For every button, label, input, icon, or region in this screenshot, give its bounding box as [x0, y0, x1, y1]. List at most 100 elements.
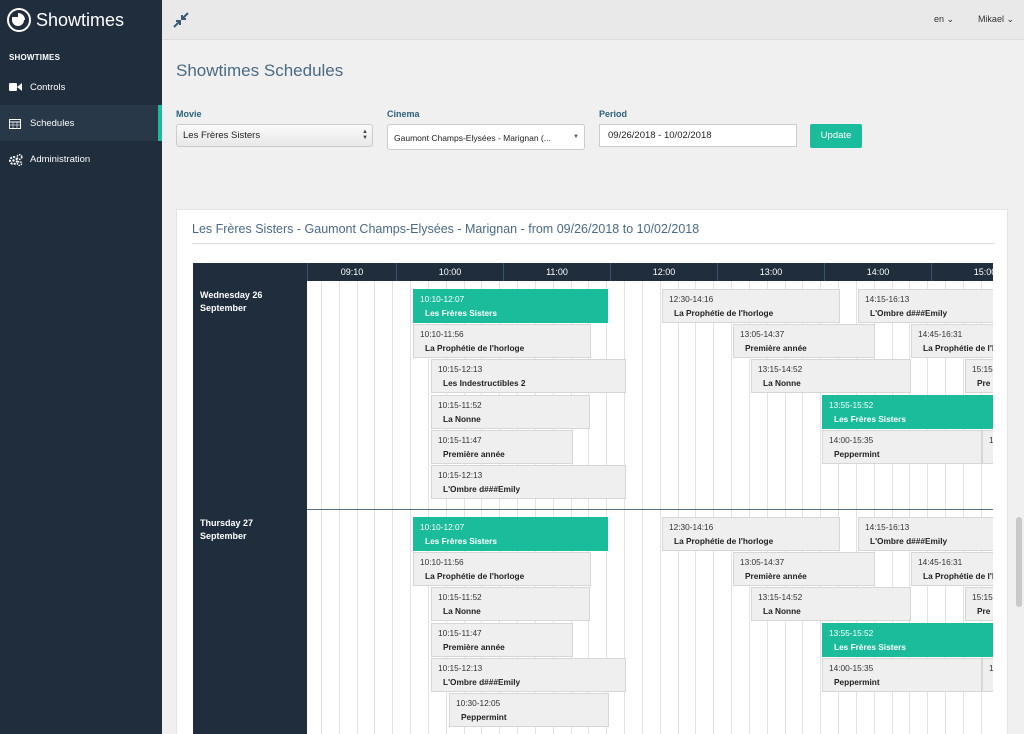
- movie-select[interactable]: Les Frères Sisters ▲ ▼: [176, 124, 373, 147]
- showtime-time: 10:15-12:13: [438, 470, 483, 480]
- showtime-time: 13:15-14:52: [758, 364, 803, 374]
- showtime-block[interactable]: 10:15-12:13 Les Indestructibles 2: [431, 359, 626, 393]
- showtime-movie-title: Les Indestructibles 2: [443, 378, 526, 388]
- showtime-block[interactable]: 15:15 Pre: [965, 587, 993, 621]
- time-header: 09:1010:0011:0012:0013:0014:0015:00: [307, 263, 993, 281]
- showtime-movie-title: La Prophétie de l'horloge: [425, 343, 525, 353]
- showtime-time: 14:00-15:35: [829, 663, 874, 673]
- showtime-block[interactable]: 14:45-16:31 La Prophétie de l'horloge: [911, 324, 993, 358]
- showtime-movie-title: La Prophétie de l'horloge: [425, 571, 525, 581]
- showtime-block[interactable]: 12:30-14:16 La Prophétie de l'horloge: [662, 517, 840, 551]
- showtime-block[interactable]: 1: [982, 658, 993, 692]
- showtime-movie-title: Les Frères Sisters: [425, 536, 497, 546]
- showtime-block[interactable]: 10:10-12:07 Les Frères Sisters: [413, 289, 608, 323]
- showtime-block[interactable]: 14:15-16:13 L'Ombre d###Emily: [858, 289, 993, 323]
- sidebar-item-controls[interactable]: Controls: [0, 69, 162, 105]
- scrollbar[interactable]: [1016, 517, 1022, 607]
- showtime-time: 15:15: [972, 592, 993, 602]
- showtime-time: 14:00-15:35: [829, 435, 874, 445]
- showtime-block[interactable]: 14:45-16:31 La Prophétie de l'horloge: [911, 552, 993, 586]
- update-button[interactable]: Update: [810, 124, 862, 148]
- schedule-title: Les Frères Sisters - Gaumont Champs-Elys…: [192, 222, 700, 236]
- showtime-movie-title: Première année: [745, 343, 807, 353]
- sidebar-item-administration[interactable]: Administration: [0, 141, 162, 177]
- showtime-block[interactable]: 13:05-14:37 Première année: [733, 324, 875, 358]
- showtime-movie-title: Pre: [977, 378, 991, 388]
- sidebar-item-schedules[interactable]: Schedules: [0, 105, 162, 141]
- showtime-time: 13:05-14:37: [740, 329, 785, 339]
- showtime-block[interactable]: 15:15 Pre: [965, 359, 993, 393]
- showtime-movie-title: Peppermint: [461, 712, 507, 722]
- showtime-block[interactable]: 10:15-12:13 L'Ombre d###Emily: [431, 465, 626, 499]
- grid-line: [392, 281, 393, 734]
- showtime-block[interactable]: 14:00-15:35 Peppermint: [822, 658, 982, 692]
- showtime-block[interactable]: 13:15-14:52 La Nonne: [751, 587, 911, 621]
- showtime-time: 10:15-12:13: [438, 364, 483, 374]
- showtime-time: 1: [989, 663, 993, 673]
- showtime-movie-title: L'Ombre d###Emily: [870, 536, 948, 546]
- user-menu[interactable]: Mikael ⌄: [978, 14, 1014, 25]
- grid-line: [374, 281, 375, 734]
- showtime-time: 13:15-14:52: [758, 592, 803, 602]
- movie-label: Movie: [176, 109, 202, 119]
- showtime-time: 12:30-14:16: [669, 522, 714, 532]
- showtime-block[interactable]: 1: [982, 430, 993, 464]
- period-input[interactable]: 09/26/2018 - 10/02/2018: [599, 124, 797, 147]
- showtime-movie-title: Pre: [977, 606, 991, 616]
- page-title: Showtimes Schedules: [176, 61, 344, 80]
- showtime-block[interactable]: 13:55-15:52 Les Frères Sisters: [822, 623, 993, 657]
- movie-select-value: Les Frères Sisters: [183, 130, 261, 141]
- showtime-time: 14:45-16:31: [918, 329, 963, 339]
- grid-line: [357, 281, 358, 734]
- showtime-block[interactable]: 10:15-11:47 Première année: [431, 430, 573, 464]
- showtime-movie-title: La Nonne: [443, 606, 481, 616]
- showtime-block[interactable]: 10:15-11:52 La Nonne: [431, 395, 590, 429]
- sidebar-section-title: SHOWTIMES: [9, 53, 61, 62]
- cinema-label: Cinema: [387, 109, 420, 119]
- showtime-movie-title: La Prophétie de l'horloge: [923, 571, 993, 581]
- showtime-movie-title: Première année: [443, 449, 505, 459]
- showtime-block[interactable]: 14:00-15:35 Peppermint: [822, 430, 982, 464]
- showtime-block[interactable]: 10:15-11:52 La Nonne: [431, 587, 590, 621]
- language-dropdown[interactable]: en ⌄: [934, 14, 954, 25]
- showtime-time: 15:15: [972, 364, 993, 374]
- showtime-time: 10:15-11:52: [438, 592, 482, 602]
- hour-label: 11:00: [503, 263, 610, 281]
- showtime-time: 10:15-11:47: [438, 435, 482, 445]
- showtime-movie-title: Première année: [745, 571, 807, 581]
- cinema-select[interactable]: Gaumont Champs-Elysées - Marignan (... ▼: [387, 124, 585, 150]
- showtime-block[interactable]: 13:15-14:52 La Nonne: [751, 359, 911, 393]
- grid-line: [321, 281, 322, 734]
- cinema-select-value: Gaumont Champs-Elysées - Marignan (...: [394, 133, 551, 143]
- showtime-time: 13:05-14:37: [740, 557, 785, 567]
- showtime-block[interactable]: 12:30-14:16 La Prophétie de l'horloge: [662, 289, 840, 323]
- showtime-block[interactable]: 10:10-12:07 Les Frères Sisters: [413, 517, 608, 551]
- showtime-movie-title: L'Ombre d###Emily: [870, 308, 948, 318]
- day-separator: [307, 509, 993, 510]
- showtime-time: 10:15-11:47: [438, 628, 482, 638]
- hour-label: 13:00: [717, 263, 824, 281]
- showtime-time: 13:55-15:52: [829, 628, 874, 638]
- showtime-block[interactable]: 13:05-14:37 Première année: [733, 552, 875, 586]
- collapse-arrows-icon[interactable]: [172, 11, 190, 29]
- showtime-block[interactable]: 13:55-15:52 Les Frères Sisters: [822, 395, 993, 429]
- brand[interactable]: Showtimes: [0, 0, 162, 40]
- showtime-time: 13:55-15:52: [829, 400, 874, 410]
- showtime-block[interactable]: 10:10-11:56 La Prophétie de l'horloge: [413, 552, 591, 586]
- showtime-movie-title: Les Frères Sisters: [834, 642, 906, 652]
- showtime-block[interactable]: 10:15-11:47 Première année: [431, 623, 573, 657]
- showtime-time: 14:15-16:13: [865, 294, 910, 304]
- caret-down-icon: ▼: [573, 134, 579, 140]
- showtime-block[interactable]: 10:30-12:05 Peppermint: [449, 693, 609, 727]
- showtime-block[interactable]: 10:10-11:56 La Prophétie de l'horloge: [413, 324, 591, 358]
- showtime-movie-title: Peppermint: [834, 449, 880, 459]
- showtime-time: 10:10-11:56: [420, 329, 464, 339]
- day-column: [193, 263, 307, 734]
- showtime-block[interactable]: 10:15-12:13 L'Ombre d###Emily: [431, 658, 626, 692]
- hour-label: 14:00: [824, 263, 931, 281]
- hour-label: 12:00: [610, 263, 717, 281]
- hour-label: 09:10: [307, 263, 396, 281]
- showtime-movie-title: Les Frères Sisters: [425, 308, 497, 318]
- showtime-block[interactable]: 14:15-16:13 L'Ombre d###Emily: [858, 517, 993, 551]
- showtime-movie-title: La Nonne: [763, 378, 801, 388]
